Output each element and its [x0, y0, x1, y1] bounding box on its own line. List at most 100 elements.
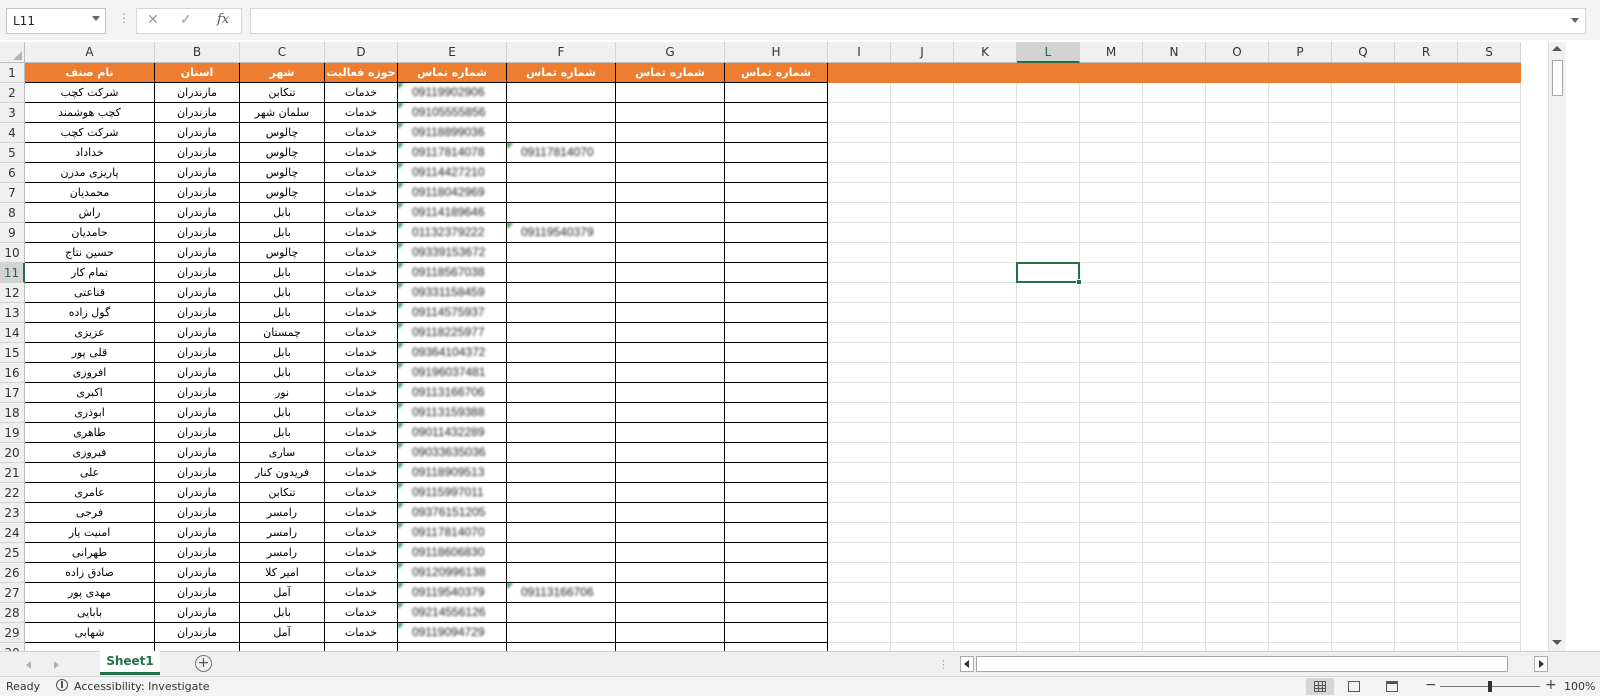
number-as-text-flag-icon[interactable]	[507, 143, 513, 149]
cancel-icon[interactable]: ✕	[147, 12, 159, 28]
cell-f[interactable]	[507, 363, 616, 383]
cell-l[interactable]	[1017, 303, 1080, 323]
cell-r[interactable]	[1395, 583, 1458, 603]
cell-a[interactable]: شرکت کچب	[25, 123, 155, 143]
cell-a[interactable]: راش	[25, 203, 155, 223]
cell-g[interactable]	[616, 483, 725, 503]
cell-n[interactable]	[1143, 523, 1206, 543]
cell-i[interactable]	[828, 563, 891, 583]
cell-o[interactable]	[1206, 363, 1269, 383]
cell-c[interactable]: نور	[240, 383, 325, 403]
cell-o[interactable]	[1206, 643, 1269, 651]
zoom-in-button[interactable]: +	[1545, 677, 1557, 693]
cell-g[interactable]	[616, 303, 725, 323]
cell-g[interactable]	[616, 443, 725, 463]
cell-n[interactable]	[1143, 63, 1206, 83]
cell-i[interactable]	[828, 263, 891, 283]
cell-o[interactable]	[1206, 583, 1269, 603]
cell-f[interactable]	[507, 463, 616, 483]
scroll-right-icon[interactable]	[1534, 656, 1548, 672]
cell-o[interactable]	[1206, 163, 1269, 183]
cell-e[interactable]: 01132379222	[398, 223, 507, 243]
cell-d[interactable]: خدمات	[325, 223, 398, 243]
cell-p[interactable]	[1269, 263, 1332, 283]
cell-p[interactable]	[1269, 343, 1332, 363]
cell-i[interactable]	[828, 523, 891, 543]
cell-l[interactable]	[1017, 403, 1080, 423]
row-header-10[interactable]: 10	[0, 243, 25, 263]
cell-n[interactable]	[1143, 103, 1206, 123]
cell-f[interactable]	[507, 543, 616, 563]
cell-h[interactable]	[725, 303, 828, 323]
cell-c[interactable]: ساری	[240, 443, 325, 463]
cell-r[interactable]	[1395, 643, 1458, 651]
cell-b[interactable]: مازندران	[155, 603, 240, 623]
cell-n[interactable]	[1143, 183, 1206, 203]
cell-a[interactable]: طهرانی	[25, 543, 155, 563]
cell-o[interactable]	[1206, 543, 1269, 563]
cell-i[interactable]	[828, 463, 891, 483]
cell-b[interactable]: مازندران	[155, 263, 240, 283]
row-header-15[interactable]: 15	[0, 343, 25, 363]
cell-k[interactable]	[954, 603, 1017, 623]
cell-d[interactable]: خدمات	[325, 343, 398, 363]
cell-p[interactable]	[1269, 483, 1332, 503]
cell-c[interactable]: چالوس	[240, 143, 325, 163]
cell-j[interactable]	[891, 423, 954, 443]
cell-k[interactable]	[954, 323, 1017, 343]
cell-c[interactable]: بابل	[240, 263, 325, 283]
cell-n[interactable]	[1143, 403, 1206, 423]
cell-i[interactable]	[828, 403, 891, 423]
cell-q[interactable]	[1332, 583, 1395, 603]
cell-m[interactable]	[1080, 363, 1143, 383]
cell-s[interactable]	[1458, 543, 1521, 563]
cell-p[interactable]	[1269, 463, 1332, 483]
cell-a[interactable]: صادق زاده	[25, 563, 155, 583]
cell-r[interactable]	[1395, 403, 1458, 423]
header-cell-c[interactable]: شهر	[240, 63, 325, 83]
cell-m[interactable]	[1080, 563, 1143, 583]
row-header-20[interactable]: 20	[0, 443, 25, 463]
cell-c[interactable]: تنکابن	[240, 83, 325, 103]
cell-a[interactable]: عزیزی	[25, 323, 155, 343]
cell-i[interactable]	[828, 183, 891, 203]
cell-q[interactable]	[1332, 423, 1395, 443]
cell-r[interactable]	[1395, 63, 1458, 83]
cell-o[interactable]	[1206, 383, 1269, 403]
cell-f[interactable]	[507, 323, 616, 343]
cell-b[interactable]: مازندران	[155, 503, 240, 523]
cell-q[interactable]	[1332, 403, 1395, 423]
cell-g[interactable]	[616, 523, 725, 543]
cell-d[interactable]: خدمات	[325, 583, 398, 603]
cell-h[interactable]	[725, 363, 828, 383]
cell-k[interactable]	[954, 223, 1017, 243]
header-cell-h[interactable]: شماره تماس	[725, 63, 828, 83]
cell-i[interactable]	[828, 243, 891, 263]
row-header-2[interactable]: 2	[0, 83, 25, 103]
cell-k[interactable]	[954, 303, 1017, 323]
cell-o[interactable]	[1206, 523, 1269, 543]
horizontal-scroll-thumb[interactable]	[976, 656, 1508, 672]
cell-o[interactable]	[1206, 183, 1269, 203]
cell-i[interactable]	[828, 123, 891, 143]
cell-o[interactable]	[1206, 323, 1269, 343]
number-as-text-flag-icon[interactable]	[398, 163, 404, 169]
cell-o[interactable]	[1206, 283, 1269, 303]
cell-f[interactable]	[507, 483, 616, 503]
cell-i[interactable]	[828, 503, 891, 523]
cell-p[interactable]	[1269, 243, 1332, 263]
cell-h[interactable]	[725, 123, 828, 143]
cell-p[interactable]	[1269, 563, 1332, 583]
cell-j[interactable]	[891, 283, 954, 303]
cell-b[interactable]: مازندران	[155, 623, 240, 643]
cell-l[interactable]	[1017, 363, 1080, 383]
cell-j[interactable]	[891, 143, 954, 163]
column-header-d[interactable]: D	[325, 42, 398, 63]
cell-f[interactable]: 09119540379	[507, 223, 616, 243]
cell-h[interactable]	[725, 423, 828, 443]
cell-d[interactable]: خدمات	[325, 423, 398, 443]
cell-h[interactable]	[725, 463, 828, 483]
cell-s[interactable]	[1458, 623, 1521, 643]
cell-k[interactable]	[954, 83, 1017, 103]
cell-o[interactable]	[1206, 223, 1269, 243]
